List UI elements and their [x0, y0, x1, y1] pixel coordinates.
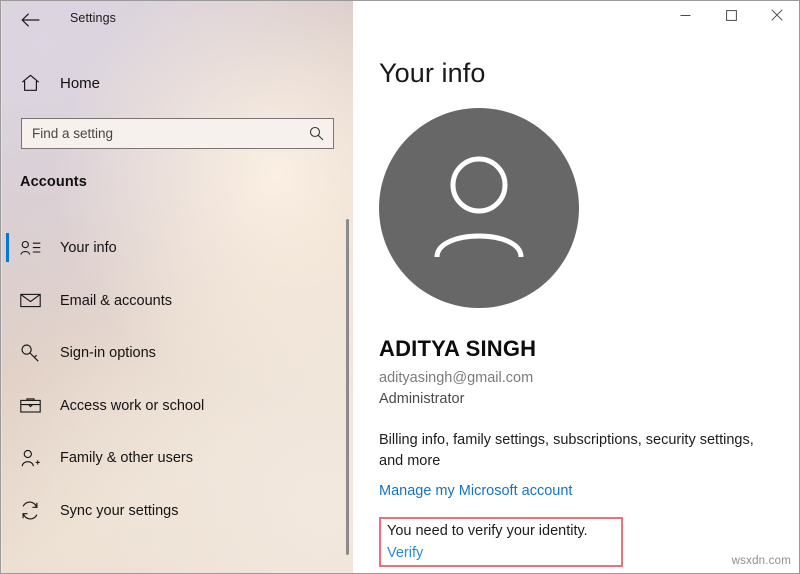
page-title: Your info — [379, 58, 486, 88]
window-controls — [662, 1, 799, 33]
minimize-icon — [680, 8, 691, 26]
search-icon[interactable] — [303, 119, 329, 148]
add-user-icon — [19, 447, 41, 469]
account-name: ADITYA SINGH — [379, 336, 537, 361]
account-email: adityasingh@gmail.com — [379, 370, 534, 386]
key-icon — [19, 342, 41, 364]
sidebar-nav-list: Your info Email & accounts Sign-in optio… — [1, 230, 345, 545]
sidebar-item-family-other-users[interactable]: Family & other users — [1, 440, 345, 476]
sidebar-item-label: Your info — [60, 240, 117, 256]
sidebar: Settings Home Accounts — [1, 1, 353, 573]
main-content: Your info ADITYA SINGH adityasingh@gmail… — [353, 1, 799, 573]
back-arrow-icon — [20, 13, 40, 27]
sidebar-item-label: Email & accounts — [60, 292, 173, 309]
search-box[interactable] — [21, 118, 334, 149]
verify-link[interactable]: Verify — [387, 545, 423, 561]
sidebar-item-sign-in-options[interactable]: Sign-in options — [1, 335, 345, 371]
minimize-button[interactable] — [662, 1, 708, 33]
settings-window: Settings Home Accounts — [0, 0, 800, 574]
maximize-button[interactable] — [708, 1, 754, 33]
account-description: Billing info, family settings, subscript… — [379, 432, 754, 469]
watermark: wsxdn.com — [731, 555, 791, 567]
sidebar-item-home[interactable]: Home — [1, 67, 345, 99]
selection-indicator — [6, 233, 9, 262]
sidebar-scrollbar[interactable] — [346, 219, 349, 555]
sync-icon — [19, 500, 41, 522]
sidebar-section-title: Accounts — [20, 174, 87, 190]
sidebar-item-label: Family & other users — [60, 450, 193, 466]
sidebar-item-label: Access work or school — [60, 397, 205, 414]
home-icon — [19, 72, 41, 94]
close-icon — [771, 8, 783, 26]
sidebar-item-your-info[interactable]: Your info — [1, 230, 345, 266]
verify-identity-callout: You need to verify your identity. Verify — [379, 517, 623, 567]
manage-microsoft-account-link[interactable]: Manage my Microsoft account — [379, 483, 572, 499]
sidebar-item-label: Sync your settings — [60, 502, 179, 519]
close-button[interactable] — [754, 1, 799, 33]
account-role: Administrator — [379, 391, 465, 407]
sidebar-item-home-label: Home — [60, 74, 101, 92]
briefcase-icon — [19, 395, 41, 417]
search-input[interactable] — [22, 119, 303, 148]
app-title: Settings — [70, 11, 116, 25]
maximize-icon — [725, 8, 737, 26]
sidebar-item-sync-your-settings[interactable]: Sync your settings — [1, 493, 345, 529]
contact-card-icon — [19, 237, 41, 259]
sidebar-item-email-accounts[interactable]: Email & accounts — [1, 283, 345, 319]
back-button[interactable] — [15, 5, 45, 35]
avatar — [379, 108, 579, 308]
verify-identity-message: You need to verify your identity. — [387, 523, 588, 539]
person-avatar-icon — [425, 153, 533, 264]
envelope-icon — [19, 290, 41, 312]
sidebar-item-access-work-school[interactable]: Access work or school — [1, 388, 345, 424]
sidebar-item-label: Sign-in options — [60, 345, 156, 361]
